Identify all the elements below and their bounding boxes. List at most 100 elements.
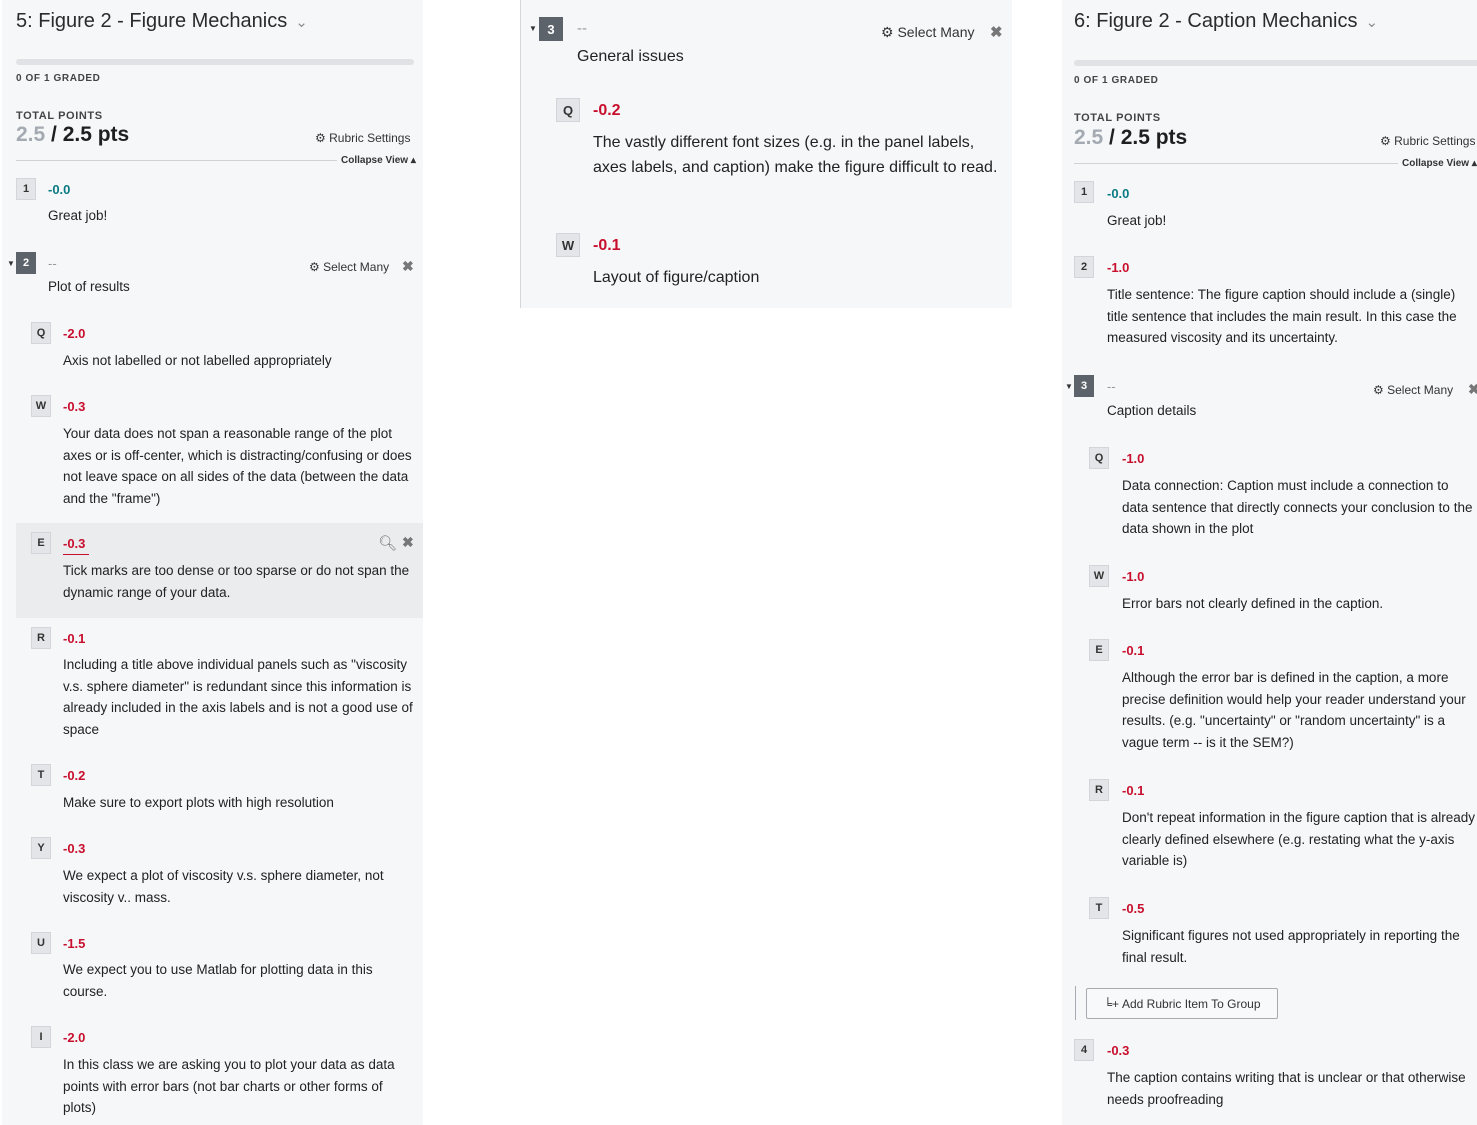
- rubric-settings-button[interactable]: ⚙ Rubric Settings: [1380, 134, 1475, 148]
- rubric-subitem-u[interactable]: U: [31, 932, 51, 954]
- group-key: 2: [16, 252, 36, 274]
- item-description: Great job!: [48, 208, 108, 223]
- select-many-button[interactable]: ⚙ Select Many: [1373, 383, 1453, 397]
- item-key: W: [31, 395, 51, 417]
- select-many-button[interactable]: ⚙ Select Many: [309, 260, 389, 274]
- score-max: / 2.5 pts: [45, 123, 130, 146]
- rubric-item-4[interactable]: 4: [1074, 1039, 1094, 1061]
- rubric-subitem-w[interactable]: W: [31, 395, 51, 417]
- graded-count: 0 OF 1 GRADED: [1074, 75, 1159, 86]
- group-label: Plot of results: [48, 279, 130, 294]
- gear-icon: ⚙: [1373, 383, 1384, 397]
- item-description: Data connection: Caption must include a …: [1122, 478, 1473, 536]
- add-rubric-item-button[interactable]: ╘+ Add Rubric Item To Group: [1086, 988, 1278, 1019]
- rubric-settings-button[interactable]: ⚙ Rubric Settings: [315, 131, 410, 145]
- item-points: -1.0: [1122, 569, 1145, 584]
- item-points: -0.5: [1122, 901, 1145, 916]
- search-icon[interactable]: 🔍︎: [378, 534, 397, 552]
- score-current: 2.5: [16, 123, 46, 146]
- item-key: W: [1089, 565, 1109, 587]
- rubric-subitem-r[interactable]: R: [31, 627, 51, 649]
- rubric-subitem-q[interactable]: Q: [1089, 447, 1109, 469]
- item-points: -0.1: [1122, 783, 1145, 798]
- item-points: -0.0: [1107, 186, 1130, 201]
- rubric-subitem-t[interactable]: T: [31, 764, 51, 786]
- grading-progress-bar: [16, 59, 414, 65]
- item-points: -0.3: [1107, 1043, 1130, 1058]
- rubric-group-3[interactable]: 3: [539, 17, 563, 41]
- item-key: Q: [556, 98, 580, 122]
- rubric-subitem-t[interactable]: T: [1089, 897, 1109, 919]
- item-description: Make sure to export plots with high reso…: [63, 795, 334, 810]
- rubric-group-3[interactable]: 3: [1074, 375, 1094, 397]
- item-points: -2.0: [63, 1030, 86, 1045]
- chevron-down-icon[interactable]: ⌄: [1365, 14, 1378, 31]
- plus-icon: ╘+: [1103, 996, 1119, 1011]
- rubric-item-1[interactable]: 1: [1074, 181, 1094, 203]
- rubric-subitem-i[interactable]: I: [31, 1026, 51, 1048]
- item-points: -0.1: [1122, 643, 1145, 658]
- gear-icon: ⚙: [315, 131, 326, 145]
- rubric-group-3-panel: ▼ 3 -- ⚙ Select Many ✖ General issues Q …: [520, 0, 1012, 308]
- rubric-subitem-y[interactable]: Y: [31, 837, 51, 859]
- question-title-text: 5: Figure 2 - Figure Mechanics: [16, 10, 288, 32]
- item-key: T: [31, 764, 51, 786]
- rubric-item-2[interactable]: 2: [1074, 256, 1094, 278]
- score-max: / 2.5 pts: [1103, 126, 1188, 149]
- close-icon[interactable]: ✖: [1468, 381, 1477, 398]
- close-icon[interactable]: ✖: [402, 534, 414, 551]
- question-6-panel: 6: Figure 2 - Caption Mechanics ⌄ 0 OF 1 …: [1062, 0, 1477, 1125]
- item-points: -0.3: [63, 399, 86, 414]
- caret-down-icon[interactable]: ▼: [1065, 382, 1073, 391]
- caret-down-icon[interactable]: ▼: [7, 259, 15, 268]
- item-key: 1: [16, 178, 36, 200]
- rubric-subitem-r[interactable]: R: [1089, 779, 1109, 801]
- item-points: -0.2: [63, 768, 86, 783]
- rubric-group-2[interactable]: 2: [16, 252, 36, 274]
- question-title-text: 6: Figure 2 - Caption Mechanics: [1074, 10, 1358, 32]
- item-description: Don't repeat information in the figure c…: [1122, 810, 1476, 868]
- gear-icon: ⚙: [1380, 134, 1391, 148]
- group-label: General issues: [577, 48, 684, 65]
- item-points: -2.0: [63, 326, 86, 341]
- item-description: The caption contains writing that is unc…: [1107, 1070, 1466, 1107]
- group-guide-line: [1075, 986, 1076, 1020]
- item-key: Q: [31, 322, 51, 344]
- item-description: Significant figures not used appropriate…: [1122, 928, 1460, 965]
- close-icon[interactable]: ✖: [402, 258, 414, 275]
- item-description: The vastly different font sizes (e.g. in…: [593, 134, 998, 176]
- chevron-down-icon[interactable]: ⌄: [295, 14, 308, 31]
- question-title[interactable]: 6: Figure 2 - Caption Mechanics ⌄: [1074, 10, 1378, 33]
- group-key: 3: [1074, 375, 1094, 397]
- close-icon[interactable]: ✖: [990, 23, 1003, 41]
- rubric-subitem-w[interactable]: W: [556, 233, 580, 257]
- points-underline: [63, 554, 89, 555]
- group-key: 3: [539, 17, 563, 41]
- caret-down-icon[interactable]: ▼: [529, 24, 537, 33]
- item-key: E: [1089, 639, 1109, 661]
- item-description: Although the error bar is defined in the…: [1122, 670, 1466, 750]
- rubric-subitem-q[interactable]: Q: [31, 322, 51, 344]
- rubric-subitem-w[interactable]: W: [1089, 565, 1109, 587]
- select-many-button[interactable]: ⚙ Select Many: [881, 24, 975, 41]
- rubric-subitem-e[interactable]: E: [1089, 639, 1109, 661]
- item-points: -1.5: [63, 936, 86, 951]
- rubric-subitem-e[interactable]: E: [31, 532, 51, 554]
- collapse-view-button[interactable]: Collapse View ▴: [337, 155, 416, 166]
- question-5-panel: 5: Figure 2 - Figure Mechanics ⌄ 0 OF 1 G…: [2, 0, 423, 1125]
- item-description: Tick marks are too dense or too sparse o…: [63, 563, 410, 600]
- item-description: Axis not labelled or not labelled approp…: [63, 353, 332, 368]
- rubric-item-1[interactable]: 1: [16, 178, 36, 200]
- grading-progress-bar: [1074, 60, 1477, 66]
- item-description: Layout of figure/caption: [593, 269, 760, 286]
- total-points-score: 2.5 / 2.5 pts: [16, 123, 129, 147]
- question-title[interactable]: 5: Figure 2 - Figure Mechanics ⌄: [16, 10, 308, 33]
- rubric-subitem-q[interactable]: Q: [556, 98, 580, 122]
- item-description: We expect you to use Matlab for plotting…: [63, 962, 373, 999]
- collapse-view-button[interactable]: Collapse View ▴: [1398, 158, 1477, 169]
- item-points: -0.3: [63, 841, 86, 856]
- item-description: In this class we are asking you to plot …: [63, 1057, 395, 1115]
- item-key: Q: [1089, 447, 1109, 469]
- item-points: -1.0: [1107, 260, 1130, 275]
- item-description: Title sentence: The figure caption shoul…: [1107, 287, 1457, 345]
